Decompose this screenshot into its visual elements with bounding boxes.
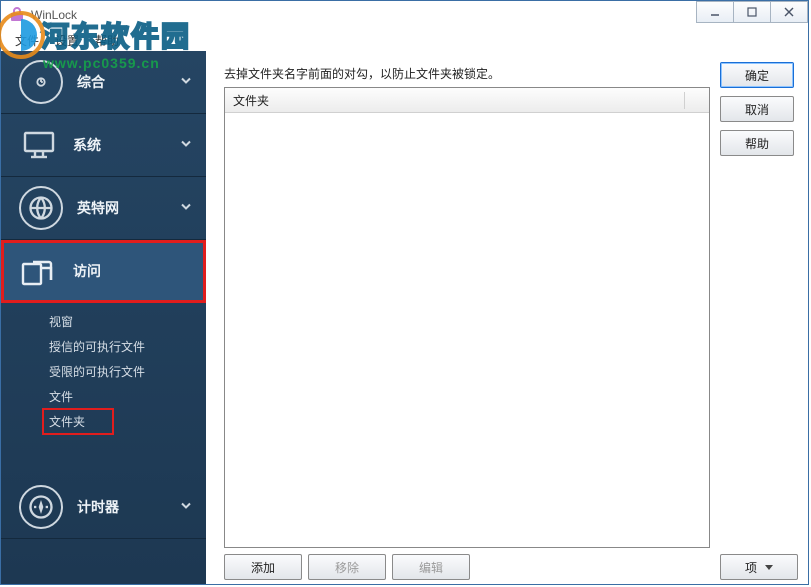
sidebar-sub-trusted-exe[interactable]: 授信的可执行文件 xyxy=(1,334,206,359)
sidebar-sub-files[interactable]: 文件 xyxy=(1,384,206,409)
app-window: WinLock 文件 设置 帮助 河东软件园 www.pc0359.cn xyxy=(0,0,809,585)
menubar: 文件 设置 帮助 xyxy=(1,29,808,51)
content-panel: 去掉文件夹名字前面的对勾，以防止文件夹被锁定。 文件夹 确定 取消 帮助 添加 … xyxy=(206,51,808,584)
sidebar-cat-system[interactable]: 系统 xyxy=(1,114,206,177)
sidebar-gap xyxy=(1,442,206,476)
window-title: WinLock xyxy=(31,8,77,22)
compass-icon xyxy=(19,485,63,529)
items-menu-button[interactable]: 项 xyxy=(720,554,798,580)
bottom-toolbar: 添加 移除 编辑 项 xyxy=(224,554,798,578)
sidebar-cat-label: 计时器 xyxy=(77,497,119,517)
sidebar-cat-general[interactable]: 综合 xyxy=(1,51,206,114)
monitor-icon xyxy=(19,125,59,165)
edit-button[interactable]: 编辑 xyxy=(392,554,470,580)
sidebar-cat-timer[interactable]: 计时器 xyxy=(1,476,206,539)
minimize-button[interactable] xyxy=(696,1,734,23)
sidebar-cat-label: 综合 xyxy=(77,72,105,92)
side-buttons: 确定 取消 帮助 xyxy=(720,62,794,156)
listbox-header: 文件夹 xyxy=(225,88,709,113)
help-button[interactable]: 帮助 xyxy=(720,130,794,156)
chevron-down-icon xyxy=(180,201,192,216)
maximize-button[interactable] xyxy=(733,1,771,23)
sidebar-sub-restricted-exe[interactable]: 受限的可执行文件 xyxy=(1,359,206,384)
sidebar-cat-internet[interactable]: 英特网 xyxy=(1,177,206,240)
menu-file[interactable]: 文件 xyxy=(9,30,45,51)
add-button[interactable]: 添加 xyxy=(224,554,302,580)
toolbar-spacer xyxy=(476,554,714,578)
chevron-down-icon xyxy=(180,75,192,90)
sidebar-cat-label: 系统 xyxy=(73,135,101,155)
column-header-folder[interactable]: 文件夹 xyxy=(225,92,685,109)
globe-icon xyxy=(19,186,63,230)
sidebar-subitems: 视窗 授信的可执行文件 受限的可执行文件 文件 文件夹 xyxy=(1,303,206,442)
sidebar-cat-label: 英特网 xyxy=(77,198,119,218)
cancel-button[interactable]: 取消 xyxy=(720,96,794,122)
chevron-down-icon xyxy=(180,500,192,515)
sidebar-sub-window[interactable]: 视窗 xyxy=(1,309,206,334)
window-controls xyxy=(697,1,808,23)
clock-icon xyxy=(19,60,63,104)
folder-stack-icon xyxy=(19,251,59,291)
sidebar: 综合 系统 xyxy=(1,51,206,584)
folder-listbox[interactable]: 文件夹 xyxy=(224,87,710,548)
sidebar-sub-folders[interactable]: 文件夹 xyxy=(43,409,113,434)
app-icon xyxy=(9,7,25,23)
titlebar: WinLock xyxy=(1,1,808,29)
sidebar-cat-label: 访问 xyxy=(73,261,101,281)
ok-button[interactable]: 确定 xyxy=(720,62,794,88)
menu-settings[interactable]: 设置 xyxy=(49,30,85,51)
menu-help[interactable]: 帮助 xyxy=(89,30,125,51)
close-button[interactable] xyxy=(770,1,808,23)
sidebar-cat-access[interactable]: 访问 xyxy=(1,240,206,303)
chevron-down-icon xyxy=(180,138,192,153)
description-text: 去掉文件夹名字前面的对勾，以防止文件夹被锁定。 xyxy=(224,65,704,82)
remove-button[interactable]: 移除 xyxy=(308,554,386,580)
main-area: 综合 系统 xyxy=(1,51,808,584)
